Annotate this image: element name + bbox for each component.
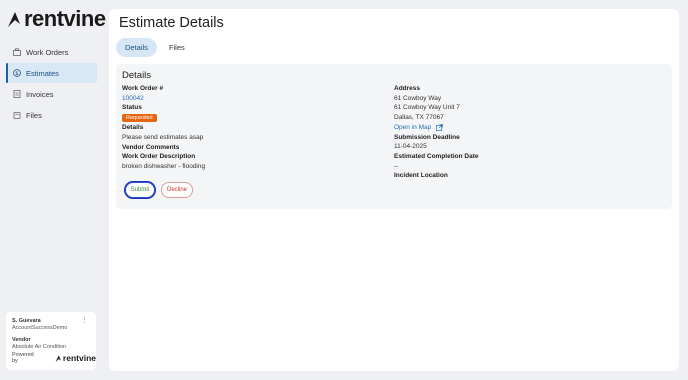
powered-by: Powered by rentvine: [12, 352, 96, 364]
details-title: Details: [122, 70, 152, 81]
sidebar-item-label: Work Orders: [26, 47, 69, 57]
address-line-3: Dallas, TX 77067: [394, 114, 444, 122]
vendor-comments-label: Vendor Comments: [122, 143, 180, 151]
toolbox-icon: [13, 48, 21, 56]
details-value: Please send estimates asap: [122, 133, 204, 141]
sidebar: rentvine Work Orders $ Estimates Invoice…: [0, 0, 106, 380]
user-name: S. Guevara: [12, 318, 41, 324]
sidebar-item-label: Files: [26, 110, 42, 120]
brand-name: rentvine: [24, 6, 106, 31]
powered-by-brand: rentvine: [62, 353, 96, 363]
address-line-1: 61 Cowboy Way: [394, 94, 442, 102]
description-label: Work Order Description: [122, 153, 196, 161]
folder-icon: [13, 111, 21, 119]
status-label: Status: [122, 104, 142, 112]
tab-details[interactable]: Details: [116, 38, 157, 57]
address-label: Address: [394, 85, 421, 92]
open-in-map-link[interactable]: Open in Map: [394, 123, 479, 133]
address-line-2: 61 Cowboy Way Unit 7: [394, 104, 460, 112]
details-panel: Details Work Order # 100042 Status Reque…: [116, 64, 672, 209]
user-company: Absolute Air Condition: [12, 344, 67, 350]
sidebar-item-work-orders[interactable]: Work Orders: [6, 42, 97, 62]
sidebar-item-files[interactable]: Files: [6, 105, 97, 125]
sidebar-item-label: Invoices: [26, 89, 54, 99]
sidebar-item-invoices[interactable]: Invoices: [6, 84, 97, 104]
details-left-column: Work Order # 100042 Status Requested Det…: [122, 84, 205, 172]
description-value: broken dishwasher - flooding: [122, 162, 206, 170]
svg-text:$: $: [15, 71, 18, 77]
user-card: S. Guevara AccountSuccessDemo Vendor Abs…: [6, 312, 96, 370]
open-in-map-label: Open in Map: [394, 123, 432, 131]
deadline-value: 11-04-2025: [394, 143, 427, 151]
sidebar-nav: Work Orders $ Estimates Invoices Files: [6, 42, 97, 126]
tab-files[interactable]: Files: [160, 38, 194, 57]
rentvine-logo-icon: [55, 354, 61, 362]
sidebar-item-label: Estimates: [26, 68, 59, 78]
decline-button[interactable]: Decline: [161, 182, 193, 198]
kebab-menu-icon[interactable]: ⋮: [81, 317, 88, 324]
page-title: Estimate Details: [119, 15, 224, 31]
dollar-icon: $: [13, 69, 21, 77]
incident-label: Incident Location: [394, 172, 448, 180]
work-order-link[interactable]: 100042: [122, 94, 205, 104]
action-buttons: Submit Decline: [125, 182, 193, 198]
external-link-icon: [436, 124, 444, 132]
submit-button[interactable]: Submit: [125, 182, 155, 198]
main-content: Estimate Details Details Files Details W…: [109, 9, 679, 371]
sidebar-item-estimates[interactable]: $ Estimates: [6, 63, 97, 83]
details-label: Details: [122, 124, 144, 132]
completion-value: --: [394, 162, 399, 170]
work-order-label: Work Order #: [122, 85, 164, 92]
user-role: Vendor: [12, 337, 31, 343]
tab-bar: Details Files: [116, 38, 197, 57]
brand-logo[interactable]: rentvine: [7, 6, 106, 31]
completion-label: Estimated Completion Date: [394, 152, 479, 160]
deadline-label: Submission Deadline: [394, 133, 460, 141]
powered-by-logo: rentvine: [55, 353, 96, 363]
rentvine-logo-icon: [8, 12, 20, 27]
powered-by-label: Powered by: [12, 352, 34, 364]
details-right-column: Address 61 Cowboy Way 61 Cowboy Way Unit…: [394, 84, 479, 181]
status-badge: Requested: [122, 114, 157, 123]
invoice-icon: [13, 90, 21, 98]
user-account: AccountSuccessDemo: [12, 325, 68, 331]
